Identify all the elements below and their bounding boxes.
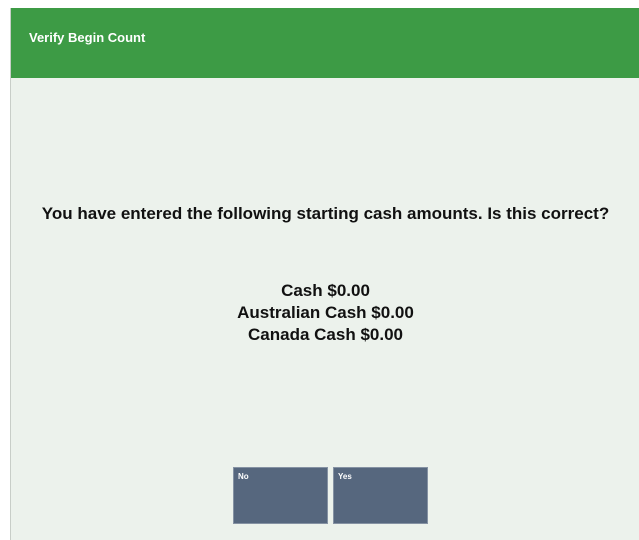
dialog-title: Verify Begin Count	[29, 30, 146, 45]
cash-amount-line: Cash $0.00	[281, 281, 370, 300]
verify-begin-count-dialog: Verify Begin Count You have entered the …	[10, 8, 639, 540]
confirmation-prompt: You have entered the following starting …	[41, 204, 610, 223]
yes-button[interactable]: Yes	[333, 467, 428, 524]
no-button[interactable]: No	[233, 467, 328, 524]
canada-cash-amount-line: Canada Cash $0.00	[248, 325, 403, 344]
no-button-label: No	[238, 472, 249, 481]
confirmation-message: You have entered the following starting …	[11, 203, 639, 225]
yes-button-label: Yes	[338, 472, 352, 481]
title-bar: Verify Begin Count	[11, 8, 639, 78]
cash-amounts-list: Cash $0.00 Australian Cash $0.00 Canada …	[11, 280, 639, 346]
australian-cash-amount-line: Australian Cash $0.00	[237, 303, 414, 322]
